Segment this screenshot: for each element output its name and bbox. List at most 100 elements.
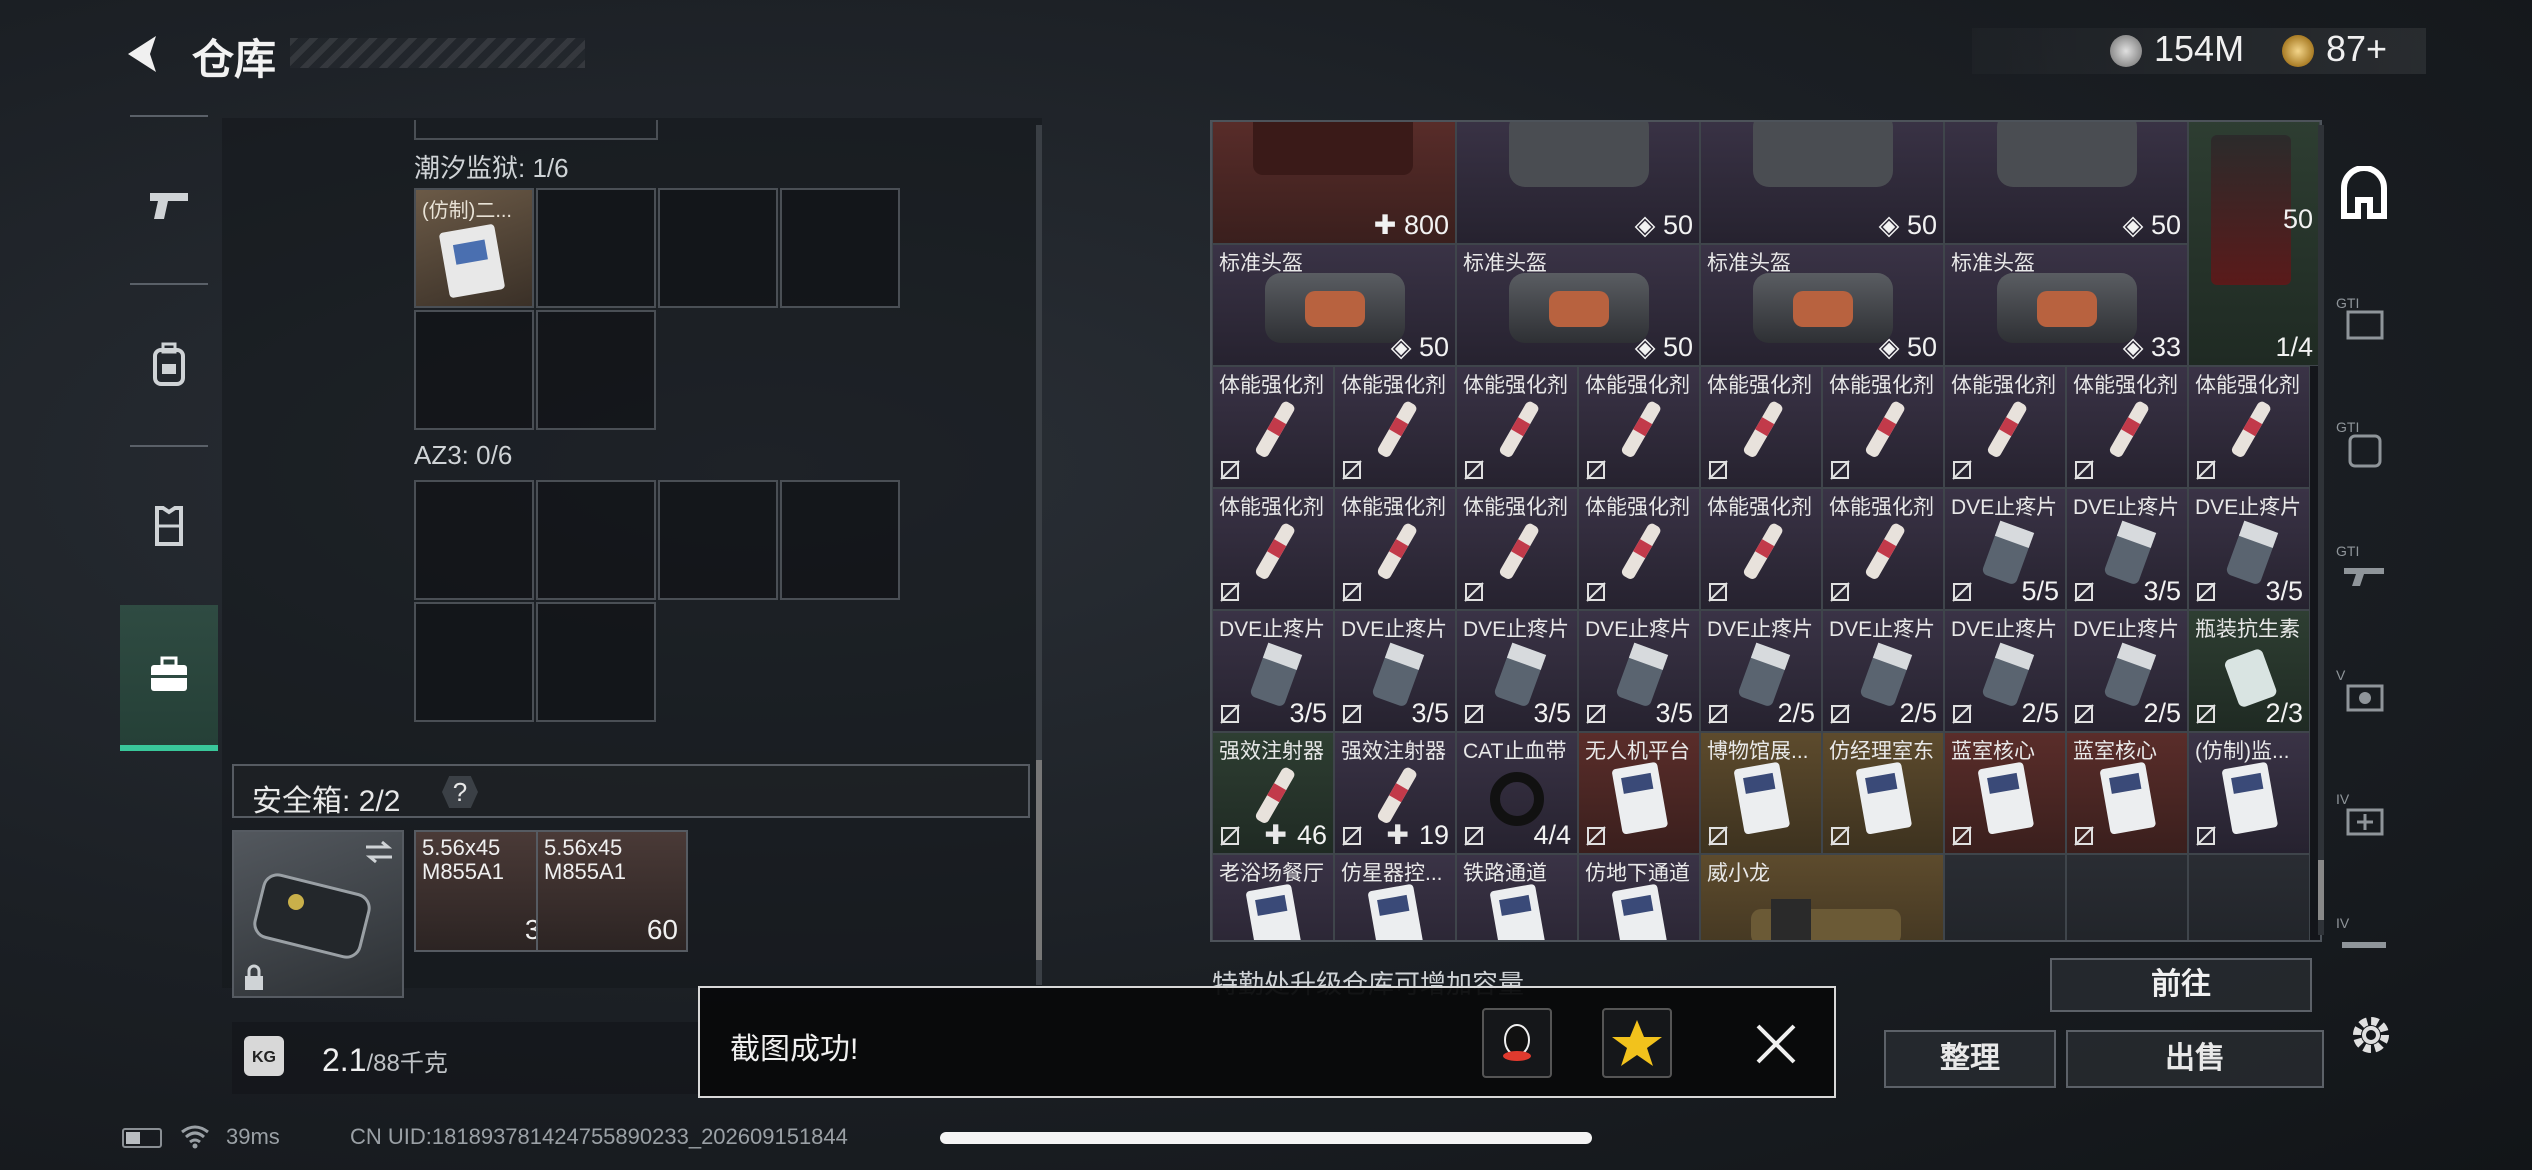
grid-slot[interactable] bbox=[536, 602, 656, 722]
grid-slot[interactable] bbox=[414, 480, 534, 600]
share-qzone-button[interactable] bbox=[1602, 1008, 1672, 1078]
grid-slot[interactable] bbox=[414, 602, 534, 722]
inventory-item[interactable]: 强效注射器 19 ✚ bbox=[1334, 732, 1456, 854]
bag-icon[interactable] bbox=[2334, 166, 2394, 226]
inventory-item-painkiller[interactable]: DVE止疼片 2/5 bbox=[1700, 610, 1822, 732]
inventory-item-stim[interactable]: 体能强化剂 bbox=[1578, 488, 1700, 610]
sell-button[interactable]: 出售 bbox=[2066, 1030, 2324, 1088]
inventory-item-painkiller[interactable]: DVE止疼片 2/5 bbox=[2066, 610, 2188, 732]
container-scroll-thumb[interactable] bbox=[1036, 760, 1042, 960]
inventory-item-keycard[interactable]: 仿地下通道 bbox=[1578, 854, 1700, 940]
inventory-item-helmet[interactable]: ◈ 50 bbox=[1456, 122, 1700, 244]
ammo-slot[interactable]: 5.56x45 M855A1 60 bbox=[536, 830, 688, 952]
inventory-item[interactable]: 博物馆展... bbox=[1700, 732, 1822, 854]
silver-amount[interactable]: 154M bbox=[2154, 28, 2244, 70]
inventory-item-stim[interactable]: 体能强化剂 bbox=[2188, 366, 2310, 488]
sidebar-tab-vest[interactable] bbox=[120, 455, 218, 595]
home-indicator[interactable] bbox=[940, 1132, 1592, 1144]
empty-slot[interactable] bbox=[2066, 854, 2188, 940]
gear-icon[interactable] bbox=[2346, 1010, 2396, 1060]
inventory-item-medical-bag[interactable]: ✚ 800 bbox=[1212, 122, 1456, 244]
inventory-item[interactable]: 蓝室核心 bbox=[1944, 732, 2066, 854]
inventory-item-helmet[interactable]: ◈ 50 bbox=[1944, 122, 2188, 244]
swap-icon[interactable] bbox=[362, 838, 396, 866]
inventory-item[interactable]: (仿制)监... bbox=[2188, 732, 2310, 854]
gti-backpack-icon[interactable]: GTI bbox=[2334, 414, 2394, 474]
inventory-item-stim[interactable]: 体能强化剂 bbox=[1334, 366, 1456, 488]
inventory-item-helmet[interactable]: 标准头盔 ◈ 50 bbox=[1456, 244, 1700, 366]
inventory-item-stim[interactable]: 体能强化剂 bbox=[1456, 488, 1578, 610]
warehouse-scroll-thumb[interactable] bbox=[2318, 860, 2324, 920]
gold-amount[interactable]: 87+ bbox=[2326, 28, 2387, 70]
sidebar-tab-weapon[interactable] bbox=[120, 135, 218, 275]
inventory-item-painkiller[interactable]: DVE止疼片 3/5 bbox=[2066, 488, 2188, 610]
grid-slot[interactable] bbox=[658, 188, 778, 308]
inventory-item-stim[interactable]: 体能强化剂 bbox=[1944, 366, 2066, 488]
goto-button[interactable]: 前往 bbox=[2050, 958, 2312, 1012]
gti-weapon-icon[interactable]: GTI bbox=[2334, 538, 2394, 598]
inventory-item-painkiller[interactable]: DVE止疼片 5/5 bbox=[1944, 488, 2066, 610]
grid-item-fake-keycard[interactable]: (仿制)二... bbox=[414, 188, 534, 308]
grid-slot[interactable] bbox=[536, 480, 656, 600]
inventory-item-painkiller[interactable]: DVE止疼片 3/5 bbox=[1456, 610, 1578, 732]
iv-medkit-icon[interactable]: IV bbox=[2334, 786, 2394, 846]
sidebar-tab-safebox[interactable] bbox=[120, 605, 218, 751]
inventory-item-stim[interactable]: 体能强化剂 bbox=[1822, 366, 1944, 488]
grid-slot[interactable] bbox=[536, 310, 656, 430]
inventory-item[interactable]: 强效注射器 46 ✚ bbox=[1212, 732, 1334, 854]
no-insure-icon bbox=[2074, 704, 2094, 724]
keycard-icon bbox=[1368, 884, 1424, 940]
inventory-item-medkit[interactable]: 50 1/4 bbox=[2188, 122, 2320, 366]
inventory-item-painkiller[interactable]: DVE止疼片 2/5 bbox=[1822, 610, 1944, 732]
inventory-item-painkiller[interactable]: DVE止疼片 3/5 bbox=[1212, 610, 1334, 732]
v-camera-icon[interactable]: V bbox=[2334, 662, 2394, 722]
sidebar-tab-backpack[interactable] bbox=[120, 295, 218, 435]
item-qty: 1/4 bbox=[2275, 332, 2313, 362]
inventory-item-stim[interactable]: 体能强化剂 bbox=[1212, 366, 1334, 488]
inventory-item-stim[interactable]: 体能强化剂 bbox=[1578, 366, 1700, 488]
iv-weapon-icon[interactable]: IV bbox=[2334, 910, 2394, 970]
inventory-item-keycard[interactable]: 仿星器控... bbox=[1334, 854, 1456, 940]
grid-slot[interactable] bbox=[414, 310, 534, 430]
inventory-item-keycard[interactable]: 老浴场餐厅 bbox=[1212, 854, 1334, 940]
inventory-item-helmet[interactable]: 标准头盔 ◈ 33 bbox=[1944, 244, 2188, 366]
inventory-item-keycard[interactable]: 铁路通道 bbox=[1456, 854, 1578, 940]
inventory-item-painkiller[interactable]: DVE止疼片 3/5 bbox=[1578, 610, 1700, 732]
close-icon[interactable] bbox=[1752, 1020, 1800, 1068]
inventory-item-helmet[interactable]: ◈ 50 bbox=[1700, 122, 1944, 244]
gti-vest-icon[interactable]: GTI bbox=[2334, 290, 2394, 350]
inventory-item[interactable]: 蓝室核心 bbox=[2066, 732, 2188, 854]
inventory-item-painkiller[interactable]: DVE止疼片 3/5 bbox=[1334, 610, 1456, 732]
grid-slot[interactable] bbox=[536, 188, 656, 308]
inventory-item-stim[interactable]: 体能强化剂 bbox=[2066, 366, 2188, 488]
grid-slot[interactable] bbox=[658, 480, 778, 600]
grid-slot[interactable] bbox=[780, 480, 900, 600]
help-button[interactable]: ? bbox=[442, 776, 478, 808]
inventory-item-stim[interactable]: 体能强化剂 bbox=[1456, 366, 1578, 488]
inventory-item-painkiller[interactable]: DVE止疼片 3/5 bbox=[2188, 488, 2310, 610]
inventory-item[interactable]: 无人机平台 bbox=[1578, 732, 1700, 854]
back-arrow-icon[interactable] bbox=[118, 30, 166, 78]
star-icon bbox=[1612, 1020, 1662, 1066]
empty-slot[interactable] bbox=[1944, 854, 2066, 940]
inventory-item-painkiller[interactable]: DVE止疼片 2/5 bbox=[1944, 610, 2066, 732]
inventory-item-helmet[interactable]: 标准头盔 ◈ 50 bbox=[1700, 244, 1944, 366]
empty-slot[interactable] bbox=[2188, 854, 2310, 940]
share-qq-button[interactable] bbox=[1482, 1008, 1552, 1078]
inventory-item[interactable]: 仿经理室东 bbox=[1822, 732, 1944, 854]
toast-message: 截图成功! bbox=[730, 1033, 859, 1066]
inventory-item-gauntlet[interactable]: 威小龙 bbox=[1700, 854, 1944, 940]
safebox-case[interactable] bbox=[232, 830, 404, 998]
warehouse-scrollbar[interactable] bbox=[2318, 125, 2324, 935]
inventory-item-stim[interactable]: 体能强化剂 bbox=[1822, 488, 1944, 610]
grid-slot[interactable] bbox=[780, 188, 900, 308]
inventory-item-stim[interactable]: 体能强化剂 bbox=[1700, 488, 1822, 610]
inventory-item-stim[interactable]: 体能强化剂 bbox=[1212, 488, 1334, 610]
inventory-item[interactable]: CAT止血带 4/4 bbox=[1456, 732, 1578, 854]
inventory-item-antibiotic[interactable]: 瓶装抗生素 2/3 bbox=[2188, 610, 2310, 732]
sort-button[interactable]: 整理 bbox=[1884, 1030, 2056, 1088]
item-qty: 3/5 bbox=[1289, 698, 1327, 728]
inventory-item-stim[interactable]: 体能强化剂 bbox=[1334, 488, 1456, 610]
inventory-item-stim[interactable]: 体能强化剂 bbox=[1700, 366, 1822, 488]
inventory-item-helmet[interactable]: 标准头盔 ◈ 50 bbox=[1212, 244, 1456, 366]
